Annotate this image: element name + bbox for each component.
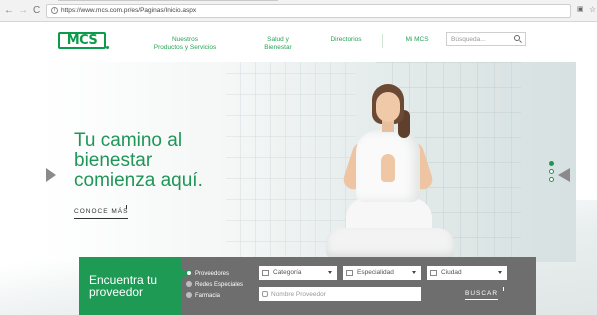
categoria-select[interactable]: Categoría (259, 266, 337, 280)
figure-hands (381, 154, 395, 182)
nav-label-line2: Productos y Servicios (153, 44, 217, 51)
back-arrow-icon[interactable]: ← (4, 5, 14, 17)
provider-title-line: proveedor (89, 285, 144, 299)
forward-arrow-icon[interactable]: → (18, 5, 28, 17)
nav-productos-servicios[interactable]: Nuestros Productos y Servicios (152, 36, 218, 52)
site-info-icon[interactable]: i (51, 6, 58, 14)
radio-selected-icon (186, 270, 192, 277)
radio-icon (186, 281, 192, 288)
nav-label-line2: Bienestar (264, 44, 292, 51)
radio-proveedores[interactable]: Proveedores (186, 270, 229, 279)
ciudad-select[interactable]: Ciudad (427, 266, 507, 280)
figure-face (376, 92, 400, 122)
nav-label: Directorios (330, 36, 362, 43)
headline-line: Tu camino al (74, 130, 183, 151)
buscar-button[interactable]: BUSCAR (465, 290, 499, 300)
extension-icon[interactable]: ▣ (577, 6, 585, 14)
buscar-tick (503, 287, 504, 291)
browser-toolbar: ← → C i https://www.mcs.com.pr/es/Paginas… (0, 0, 597, 22)
figure-legs (326, 228, 454, 258)
reload-icon[interactable]: C (33, 5, 40, 17)
bookmark-star-icon[interactable]: ☆ (589, 5, 596, 15)
stethoscope-icon (346, 270, 353, 276)
logo-dot (106, 46, 109, 49)
select-label: Especialidad (357, 269, 394, 276)
mcs-logo[interactable]: MCS (58, 32, 106, 49)
select-label: Ciudad (441, 269, 462, 276)
nav-salud-bienestar[interactable]: Salud y Bienestar (254, 36, 302, 52)
slider-dot-active[interactable] (549, 161, 554, 166)
nav-divider (382, 34, 383, 48)
headline-line: bienestar (74, 150, 153, 171)
nav-label-line1: Nuestros (171, 36, 198, 43)
especialidad-select[interactable]: Especialidad (343, 266, 421, 280)
slider-dot[interactable] (549, 177, 554, 182)
location-icon (430, 270, 437, 276)
provider-title: Encuentra tu proveedor (89, 274, 175, 298)
cta-tick (126, 205, 127, 209)
user-icon (262, 291, 268, 297)
radio-label: Redes Especiales (195, 282, 244, 288)
slider-next-arrow-icon[interactable] (558, 168, 570, 182)
conoce-mas-link[interactable]: CONOCE MÁS (74, 208, 129, 219)
slider-prev-arrow-icon[interactable] (46, 168, 56, 182)
nav-label-line1: Salud y (267, 36, 289, 43)
chevron-down-icon (328, 271, 332, 274)
nav-label: Mi MCS (405, 36, 429, 43)
radio-redes-especiales[interactable]: Redes Especiales (186, 281, 243, 290)
search-input[interactable] (451, 34, 511, 44)
nav-mi-mcs[interactable]: Mi MCS (394, 36, 440, 44)
chevron-down-icon (412, 271, 416, 274)
search-icon[interactable] (514, 35, 520, 41)
address-bar[interactable]: i https://www.mcs.com.pr/es/Paginas/Inici… (46, 4, 571, 18)
select-label: Categoría (273, 269, 302, 276)
address-bar-url: https://www.mcs.com.pr/es/Paginas/Inicio… (61, 7, 197, 14)
hero-headline: Tu camino al bienestar comienza aquí. (74, 131, 254, 191)
headline-line: comienza aquí. (74, 170, 203, 191)
slider-dot[interactable] (549, 169, 554, 174)
radio-icon (186, 292, 192, 299)
nav-directorios[interactable]: Directorios (322, 36, 370, 44)
radio-label: Farmacia (195, 293, 221, 299)
grid-icon (262, 270, 269, 276)
provider-name-input[interactable] (259, 287, 421, 301)
chevron-down-icon (498, 271, 502, 274)
radio-farmacia[interactable]: Farmacia (186, 292, 220, 301)
meditating-woman-image (318, 80, 454, 262)
radio-label: Proveedores (195, 271, 230, 277)
